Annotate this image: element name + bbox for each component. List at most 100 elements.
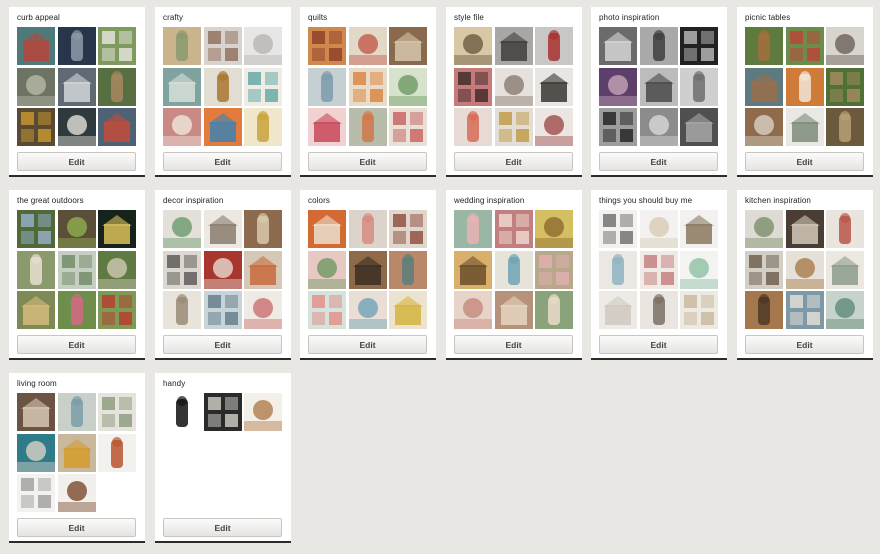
colorful-shelves-thumb[interactable] bbox=[244, 250, 282, 289]
woman-coral-thumb[interactable] bbox=[454, 108, 492, 146]
coastal-living-thumb[interactable] bbox=[57, 393, 96, 431]
green-picnic-thumb[interactable] bbox=[826, 67, 864, 106]
blue-table-thumb[interactable] bbox=[745, 67, 783, 106]
bw-silhouette-thumb[interactable] bbox=[599, 108, 637, 146]
white-living-thumb[interactable] bbox=[98, 393, 136, 431]
quilt-squares-thumb[interactable] bbox=[389, 67, 427, 106]
quilt-stack-thumb[interactable] bbox=[348, 108, 387, 146]
bw-cloud-thumb[interactable] bbox=[639, 27, 678, 65]
edit-button[interactable]: Edit bbox=[163, 518, 282, 537]
cottage-garden-thumb[interactable] bbox=[17, 291, 55, 329]
board-title[interactable]: crafty bbox=[163, 13, 183, 22]
fashion-palette-thumb[interactable] bbox=[389, 210, 427, 248]
edit-button[interactable]: Edit bbox=[17, 335, 136, 354]
white-kitchen-shelves-thumb[interactable] bbox=[745, 210, 783, 248]
board-card[interactable]: style file Edit bbox=[446, 7, 582, 177]
quilt-gray-thumb[interactable] bbox=[308, 67, 346, 106]
white-kitchen-thumb[interactable] bbox=[203, 210, 242, 248]
doily-pink-thumb[interactable] bbox=[163, 108, 201, 146]
board-title[interactable]: handy bbox=[163, 379, 185, 388]
edit-button[interactable]: Edit bbox=[599, 335, 718, 354]
farmhouse-kitchen-thumb[interactable] bbox=[826, 250, 864, 289]
floral-dress-thumb[interactable] bbox=[639, 250, 678, 289]
board-title[interactable]: wedding inspiration bbox=[454, 196, 524, 205]
wood-drawers-thumb[interactable] bbox=[745, 291, 783, 329]
blue-room-thumb[interactable] bbox=[203, 291, 242, 329]
dark-kitchen-thumb[interactable] bbox=[785, 210, 824, 248]
red-wall-thumb[interactable] bbox=[203, 250, 242, 289]
shelf-display-thumb[interactable] bbox=[163, 210, 201, 248]
leather-sofa-thumb[interactable] bbox=[57, 474, 96, 512]
brown-coat-thumb[interactable] bbox=[348, 250, 387, 289]
pink-flowers-thumb[interactable] bbox=[454, 210, 492, 248]
fabric-scraps-thumb[interactable] bbox=[203, 108, 242, 146]
teal-sofa-thumb[interactable] bbox=[17, 433, 55, 472]
night-garden-thumb[interactable] bbox=[98, 210, 136, 248]
board-title[interactable]: style file bbox=[454, 13, 484, 22]
rust-colors-thumb[interactable] bbox=[389, 250, 427, 289]
wood-table-thumb[interactable] bbox=[745, 108, 783, 146]
garden-table-thumb[interactable] bbox=[745, 27, 783, 65]
white-pergola-thumb[interactable] bbox=[57, 250, 96, 289]
cupcakes-thumb[interactable] bbox=[454, 291, 492, 329]
bw-building-thumb[interactable] bbox=[680, 108, 718, 146]
board-title[interactable]: curb appeal bbox=[17, 13, 60, 22]
flower-bouquet-thumb[interactable] bbox=[535, 250, 573, 289]
pastel-party-thumb[interactable] bbox=[348, 291, 387, 329]
ceramic-figure-thumb[interactable] bbox=[639, 210, 678, 248]
woman-denim-thumb[interactable] bbox=[535, 108, 573, 146]
edit-button[interactable]: Edit bbox=[745, 335, 864, 354]
woman-red-coat-thumb[interactable] bbox=[535, 27, 573, 65]
reception-table-thumb[interactable] bbox=[494, 291, 533, 329]
hexagon-quilt-thumb[interactable] bbox=[163, 27, 201, 65]
woman-mustard-thumb[interactable] bbox=[494, 108, 533, 146]
curtain-thumb[interactable] bbox=[680, 291, 718, 329]
green-kitchen-thumb[interactable] bbox=[826, 291, 864, 329]
blue-cabinets-thumb[interactable] bbox=[785, 291, 824, 329]
board-title[interactable]: living room bbox=[17, 379, 57, 388]
bw-fog-thumb[interactable] bbox=[639, 108, 678, 146]
board-title[interactable]: photo inspiration bbox=[599, 13, 659, 22]
palette-dress-thumb[interactable] bbox=[348, 210, 387, 248]
pink-cake-thumb[interactable] bbox=[494, 210, 533, 248]
coat-hooks-thumb[interactable] bbox=[639, 291, 678, 329]
yellow-scarf-thumb[interactable] bbox=[244, 108, 282, 146]
gray-sofa-thumb[interactable] bbox=[17, 474, 55, 512]
bright-kitchen-thumb[interactable] bbox=[785, 250, 824, 289]
table-lamp-thumb[interactable] bbox=[680, 210, 718, 248]
kitchen-island-thumb[interactable] bbox=[745, 250, 783, 289]
floral-palette-thumb[interactable] bbox=[308, 250, 346, 289]
patchwork-quilt-thumb[interactable] bbox=[308, 27, 346, 65]
edit-button[interactable]: Edit bbox=[745, 152, 864, 171]
bw-street-thumb[interactable] bbox=[599, 27, 637, 65]
board-card[interactable]: wedding inspiration Edit bbox=[446, 190, 582, 360]
marquee-letter-thumb[interactable] bbox=[599, 291, 637, 329]
house-black-trim-thumb[interactable] bbox=[57, 108, 96, 146]
stamped-letters-thumb[interactable] bbox=[244, 27, 282, 65]
white-table-thumb[interactable] bbox=[785, 108, 824, 146]
quilt-bed-thumb[interactable] bbox=[348, 27, 387, 65]
bw-person-thumb[interactable] bbox=[680, 27, 718, 65]
cake-stand-thumb[interactable] bbox=[680, 250, 718, 289]
yellow-pinata-thumb[interactable] bbox=[535, 210, 573, 248]
necklace-thumb[interactable] bbox=[454, 67, 492, 106]
teal-pattern-thumb[interactable] bbox=[163, 67, 201, 106]
pink-garden-thumb[interactable] bbox=[57, 291, 96, 329]
bw-skyline-thumb[interactable] bbox=[680, 67, 718, 106]
board-card[interactable]: decor inspiration Edit bbox=[155, 190, 291, 360]
house-blue-porch-thumb[interactable] bbox=[98, 108, 136, 146]
quilt-orange-thumb[interactable] bbox=[348, 67, 387, 106]
board-card[interactable]: living room Edit bbox=[9, 373, 145, 543]
knit-pouf-thumb[interactable] bbox=[599, 210, 637, 248]
hand-gloves-thumb[interactable] bbox=[163, 393, 201, 431]
board-card[interactable]: handy Edit bbox=[155, 373, 291, 543]
patio-table-thumb[interactable] bbox=[826, 27, 864, 65]
board-card[interactable]: kitchen inspiration Edit bbox=[737, 190, 873, 360]
edit-button[interactable]: Edit bbox=[163, 335, 282, 354]
mint-palette-thumb[interactable] bbox=[308, 291, 346, 329]
quilt-room-thumb[interactable] bbox=[389, 27, 427, 65]
woman-walking-thumb[interactable] bbox=[494, 27, 533, 65]
house-green-lawn-thumb[interactable] bbox=[98, 67, 136, 106]
edit-button[interactable]: Edit bbox=[17, 152, 136, 171]
board-card[interactable]: quilts Edit bbox=[300, 7, 436, 177]
